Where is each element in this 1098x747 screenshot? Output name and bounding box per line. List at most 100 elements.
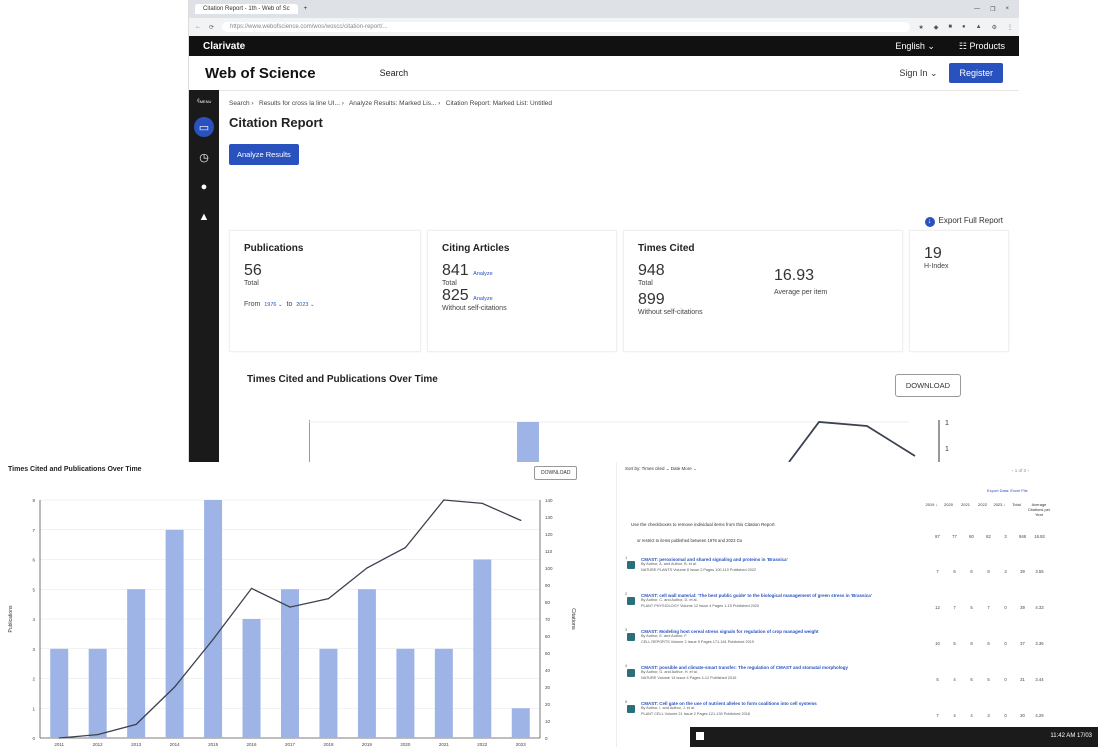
times-cited-without-self-label: Without self-citations [638,309,703,316]
register-button[interactable]: Register [949,63,1003,83]
year-header: 2021 [961,502,970,507]
more-icon[interactable]: ⋮ [1007,24,1013,31]
citing-articles-card: Citing Articles 841 Analyze Total 825 An… [427,230,617,352]
bell-icon[interactable]: ▲ [189,202,219,232]
wos-logo[interactable]: Web of Science [205,65,316,82]
url-field[interactable]: https://www.webofscience.com/wos/woscc/c… [222,22,911,32]
y2-tick-label: 0 [545,736,548,741]
clarivate-logo[interactable]: Clarivate [203,41,245,52]
menu-expand-icon[interactable]: ›| MENU [189,90,219,112]
x-tick-label: 2017 [285,742,296,747]
reload-icon[interactable]: ⟳ [209,24,214,31]
download-button[interactable]: DOWNLOAD [894,374,961,397]
citation-count: 6 [987,641,990,646]
year-header: 2020 [944,502,953,507]
item-citation-counts: 7 6 6 8 3 39 3.55 [931,569,1046,574]
x-tick-label: 2013 [131,742,142,747]
citing-without-self-label: Without self-citations [442,305,507,312]
item-journal: PLANT PHYSIOLOGY Volume 12 Issue 4 Pages… [641,603,760,608]
browser-tab[interactable]: Citation Report - 1th - Web of Sc [195,4,298,14]
citing-articles-total: 841 [442,262,469,279]
y2-tick-label: 60 [545,634,551,639]
citation-count: 3.36 [1035,641,1044,646]
tick-label: 130 [945,446,949,453]
citation-count: 0 [1004,641,1007,646]
search-link[interactable]: Search [380,68,409,78]
x-tick-label: 2023 [516,742,527,747]
extension-icon[interactable]: ▲ [976,24,982,31]
from-year-select[interactable]: 1976 ⌄ [264,302,282,308]
item-citation-counts: 7 4 4 3 0 30 4.29 [931,713,1046,718]
minimize-icon[interactable]: — [974,6,980,13]
to-year-select[interactable]: 2023 ⌄ [296,302,314,308]
breadcrumb-item[interactable]: Search › [229,100,254,107]
total-header: Total [1012,502,1021,507]
year-restrict[interactable]: or restrict to items published between 1… [637,538,742,543]
item-checkbox[interactable] [627,561,635,569]
extension-icon[interactable]: ■ [948,24,952,31]
taskbar: 11:42 AM 17/03 [690,727,1098,747]
back-icon[interactable]: ← [195,24,201,30]
y2-tick-label: 100 [545,566,553,571]
citation-count: 7 [953,605,956,610]
analyze-link[interactable]: Analyze [473,296,493,302]
extension-icon[interactable]: ★ [918,24,923,31]
chart-section-title: Times Cited and Publications Over Time [247,374,438,385]
y2-tick-label: 50 [545,651,551,656]
sign-in-menu[interactable]: Sign In ⌄ [899,68,937,79]
item-checkbox[interactable] [627,633,635,641]
h-index-card: 19 H-Index [909,230,1009,352]
user-icon[interactable]: ● [189,172,219,202]
main-content: Search › Results for cross la line UI...… [229,90,1009,462]
list-item: 4 CMAST: possible and climate-smart trans… [625,663,917,681]
sidebar: ›| MENU ▭ ◷ ● ▲ [189,90,219,462]
extension-icon[interactable]: ● [962,24,966,31]
folder-icon[interactable]: ▭ [189,112,219,142]
h-index-label: H-Index [924,263,949,270]
language-select[interactable]: English ⌄ [895,41,935,52]
settings-icon[interactable]: ⚙ [992,24,997,31]
start-icon[interactable] [696,732,704,740]
item-checkbox[interactable] [627,669,635,677]
analyze-results-button[interactable]: Analyze Results [229,144,299,165]
export-data-link[interactable]: Export Data: Excel File [987,488,1028,493]
browser-window: Citation Report - 1th - Web of Sc + — ❐ … [188,0,1019,462]
breadcrumb-item[interactable]: Results for cross la line UI... › [259,100,344,107]
line-point [58,737,60,739]
maximize-icon[interactable]: ❐ [990,6,995,13]
item-number: 5 [625,699,628,704]
item-checkbox[interactable] [627,705,635,713]
summary-label: Use the checkboxes to remove individual … [631,522,775,527]
export-full-report-link[interactable]: ↓ Export Full Report [924,216,1003,227]
x-tick-label: 2022 [477,742,488,747]
sort-control[interactable]: Sort by: Times cited ⌄ Date More ⌄ [625,466,697,472]
line-point [366,567,368,569]
pagination[interactable]: ‹ 1 of 3 › [1012,468,1029,473]
citation-count: 4.33 [1035,605,1044,610]
year-header[interactable]: 2019 ↓ [925,502,938,517]
citing-articles-label: Citing Articles [442,243,510,254]
extension-icon[interactable]: ◆ [934,24,939,31]
bar [434,648,453,738]
bar [357,589,376,738]
list-item: 2 CMAST: cell wall material: 'The best pu… [625,591,917,609]
year-header[interactable]: 2023 ↓ [993,502,1006,517]
line-point [174,686,176,688]
products-menu[interactable]: ☷ Products [959,41,1005,52]
new-tab-button[interactable]: + [304,6,308,12]
h-index-value: 19 [924,245,942,262]
y2-tick-label: 110 [545,549,553,554]
item-number: 4 [625,663,628,668]
line-point [520,519,522,521]
breadcrumb-item[interactable]: Analyze Results: Marked Lis... › [349,100,440,107]
bar [511,708,530,738]
window-controls: — ❐ × [974,6,1019,13]
history-icon[interactable]: ◷ [189,142,219,172]
item-number: 1 [625,555,628,560]
analyze-link[interactable]: Analyze [473,271,493,277]
item-checkbox[interactable] [627,597,635,605]
times-cited-total: 948 [638,262,665,279]
line-point [327,598,330,600]
line-point [135,723,137,725]
close-icon[interactable]: × [1005,6,1009,13]
